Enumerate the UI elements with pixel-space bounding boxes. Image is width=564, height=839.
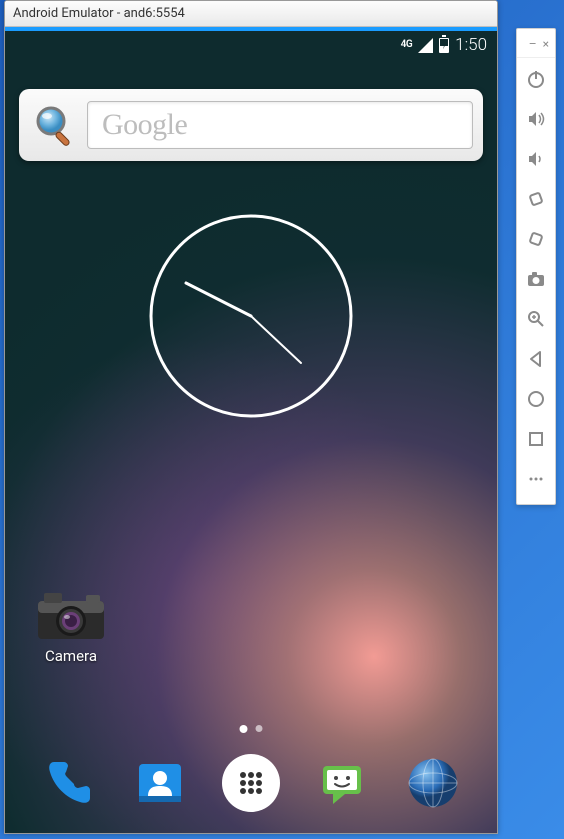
messaging-app[interactable] [312,753,372,813]
search-placeholder: Google [102,108,187,142]
apps-button[interactable] [221,753,281,813]
contacts-app[interactable] [130,753,190,813]
rotate-right-button[interactable] [520,223,552,255]
dock [5,743,497,823]
network-indicator: 4G [401,40,413,50]
volume-up-button[interactable] [520,103,552,135]
page-indicator[interactable] [240,725,263,733]
page-dot [256,725,263,732]
analog-clock-widget[interactable] [148,213,354,419]
search-input[interactable]: Google [87,101,473,149]
status-bar[interactable]: 4G 1:50 [5,31,497,59]
power-button[interactable] [520,63,552,95]
home-button[interactable] [520,383,552,415]
titlebar[interactable]: Android Emulator - and6:5554 [5,1,497,27]
close-button[interactable]: × [543,37,549,51]
search-icon[interactable] [29,99,81,151]
page-dot-active [240,725,248,733]
search-widget[interactable]: Google [19,89,483,161]
browser-app[interactable] [403,753,463,813]
overview-button[interactable] [520,423,552,455]
phone-app[interactable] [39,753,99,813]
camera-app-shortcut[interactable]: Camera [31,591,111,665]
device-screen: 4G 1:50 [5,31,497,833]
screenshot-button[interactable] [520,263,552,295]
camera-icon [36,591,106,641]
camera-label: Camera [31,647,111,665]
minimize-button[interactable]: – [529,37,537,51]
rotate-left-button[interactable] [520,183,552,215]
window-title: Android Emulator - and6:5554 [13,6,185,21]
signal-icon [418,38,433,53]
emulator-window: Android Emulator - and6:5554 4G 1:50 [4,0,498,834]
emulator-toolbar: – × [516,28,556,505]
zoom-button[interactable] [520,303,552,335]
volume-down-button[interactable] [520,143,552,175]
back-button[interactable] [520,343,552,375]
more-button[interactable] [520,463,552,495]
battery-icon [439,38,449,53]
clock-time: 1:50 [455,35,487,55]
